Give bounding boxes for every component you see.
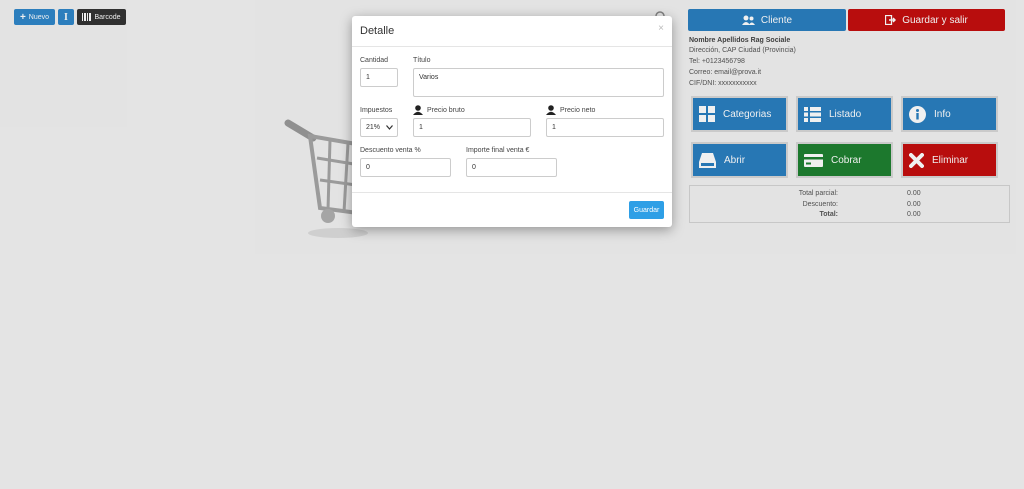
importe-final-label: Importe final venta € <box>466 147 530 154</box>
precio-bruto-label: Precio bruto <box>427 106 465 114</box>
modal-title: Detalle <box>360 25 395 37</box>
impuestos-select[interactable]: 21% <box>360 118 398 137</box>
descuento-venta-input[interactable]: 0 <box>360 158 451 177</box>
titulo-textarea[interactable]: Varios <box>413 68 664 97</box>
impuestos-value: 21% <box>366 124 381 131</box>
modal-header-divider <box>352 46 672 47</box>
chevron-down-icon <box>386 125 393 130</box>
precio-bruto-label-group: Precio bruto <box>413 105 465 115</box>
modal-footer-divider <box>352 192 672 193</box>
titulo-label: Título <box>413 57 431 64</box>
detalle-modal: Detalle × Cantidad 1 Título Varios Impue… <box>352 16 672 227</box>
precio-neto-label: Precio neto <box>560 106 596 114</box>
user-icon <box>546 105 556 115</box>
importe-final-input[interactable]: 0 <box>466 158 557 177</box>
descuento-venta-label: Descuento venta % <box>360 147 421 154</box>
precio-neto-input[interactable]: 1 <box>546 118 664 137</box>
guardar-button[interactable]: Guardar <box>629 201 664 219</box>
precio-bruto-input[interactable]: 1 <box>413 118 531 137</box>
precio-neto-label-group: Precio neto <box>546 105 595 115</box>
close-icon[interactable]: × <box>658 23 664 34</box>
user-icon <box>413 105 423 115</box>
cantidad-input[interactable]: 1 <box>360 68 398 87</box>
cantidad-label: Cantidad <box>360 57 389 64</box>
impuestos-label: Impuestos <box>360 107 393 114</box>
